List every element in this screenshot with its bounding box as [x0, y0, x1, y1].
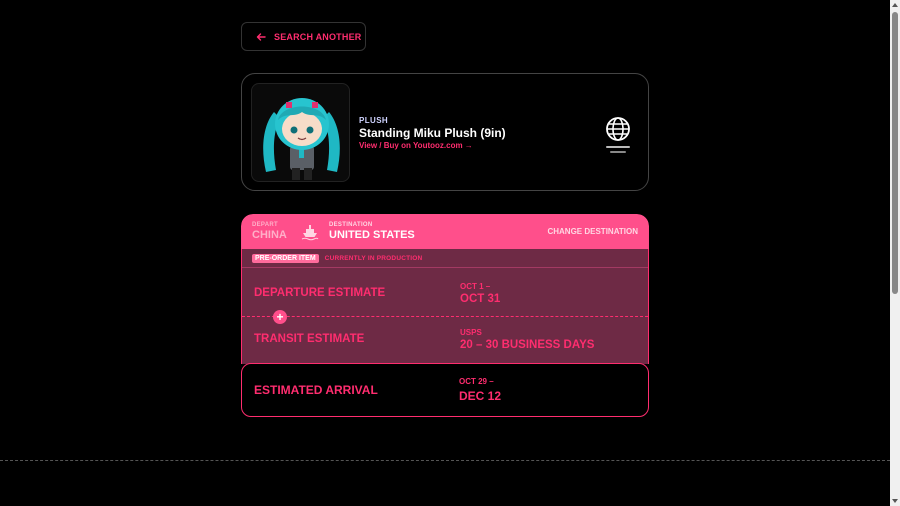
arrow-left-icon [256, 32, 266, 41]
product-card: PLUSH Standing Miku Plush (9in) View / B… [241, 73, 649, 191]
destination-value: UNITED STATES [329, 229, 415, 241]
destination-label: DESTINATION [329, 222, 373, 228]
departure-estimate-title: DEPARTURE ESTIMATE [254, 287, 386, 299]
divider [242, 316, 648, 317]
estimated-arrival-end: DEC 12 [459, 389, 502, 403]
transit-estimate-title: TRANSIT ESTIMATE [254, 333, 365, 345]
estimated-arrival-start: OCT 29 – [459, 377, 494, 386]
search-another-label: SEARCH ANOTHER [274, 31, 362, 42]
transit-carrier: USPS [460, 328, 482, 337]
scroll-down-icon[interactable] [892, 499, 898, 503]
scrollbar[interactable] [890, 0, 900, 506]
depart-label: DEPART [252, 222, 279, 228]
footer-divider [0, 460, 890, 461]
depart-value: CHINA [252, 229, 287, 241]
change-destination-button[interactable]: CHANGE DESTINATION [547, 227, 638, 236]
product-image [251, 83, 350, 182]
shipping-header: DEPART CHINA DESTINATION UNITED STATES C… [241, 214, 649, 249]
product-category: PLUSH [359, 116, 389, 125]
estimated-arrival-box: ESTIMATED ARRIVAL OCT 29 – DEC 12 [241, 363, 649, 417]
ship-icon [301, 225, 319, 241]
plus-icon: + [273, 310, 287, 324]
scroll-thumb[interactable] [892, 12, 898, 294]
menu-lines-icon[interactable] [606, 146, 630, 156]
divider [242, 267, 648, 268]
preorder-badge: PRE-ORDER ITEM [252, 254, 319, 263]
estimated-arrival-title: ESTIMATED ARRIVAL [254, 383, 378, 397]
departure-estimate-end: OCT 31 [460, 293, 501, 305]
product-link[interactable]: View / Buy on Youtooz.com → [359, 141, 473, 150]
shipping-estimates: PRE-ORDER ITEM CURRENTLY IN PRODUCTION D… [241, 249, 649, 364]
search-another-button[interactable]: SEARCH ANOTHER [241, 22, 366, 51]
production-status: CURRENTLY IN PRODUCTION [324, 255, 423, 262]
globe-icon[interactable] [605, 116, 631, 142]
departure-estimate-start: OCT 1 – [460, 282, 491, 291]
product-name: Standing Miku Plush (9in) [359, 126, 506, 140]
transit-duration: 20 – 30 BUSINESS DAYS [460, 339, 595, 351]
status-row: PRE-ORDER ITEM CURRENTLY IN PRODUCTION [252, 254, 422, 263]
scroll-up-icon[interactable] [892, 3, 898, 7]
